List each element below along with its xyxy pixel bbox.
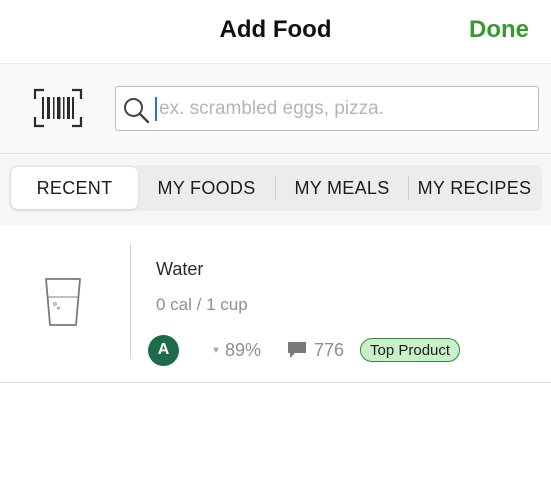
search-field[interactable] bbox=[115, 86, 539, 131]
water-glass-icon bbox=[45, 278, 81, 326]
tab-my-meals[interactable]: MY MEALS bbox=[276, 167, 408, 209]
search-input[interactable] bbox=[159, 93, 529, 125]
segmented-tabs: RECENT MY FOODS MY MEALS MY RECIPES bbox=[9, 165, 542, 211]
text-caret bbox=[155, 97, 157, 121]
food-list-item[interactable]: Water 0 cal / 1 cup A ♥ 89% 776 Top Prod… bbox=[0, 225, 551, 383]
heart-icon: ♥ bbox=[213, 344, 219, 356]
done-button[interactable]: Done bbox=[469, 16, 529, 44]
comment-count: 776 bbox=[313, 339, 345, 360]
tabs-bar: RECENT MY FOODS MY MEALS MY RECIPES bbox=[0, 155, 551, 225]
comment-icon bbox=[287, 342, 306, 358]
barcode-scan-button[interactable] bbox=[33, 88, 83, 128]
avatar: A bbox=[148, 334, 179, 366]
search-row bbox=[0, 64, 551, 154]
food-calories: 0 cal / 1 cup bbox=[156, 295, 248, 314]
barcode-icon bbox=[33, 88, 83, 128]
tab-recent[interactable]: RECENT bbox=[11, 167, 138, 209]
food-name: Water bbox=[156, 259, 204, 279]
search-icon bbox=[124, 98, 150, 124]
tab-my-foods[interactable]: MY FOODS bbox=[138, 167, 275, 209]
nav-header: Add Food Done bbox=[0, 0, 551, 64]
item-divider bbox=[130, 243, 131, 359]
top-product-badge: Top Product bbox=[360, 338, 461, 362]
rating-percent: 89% bbox=[224, 339, 261, 360]
tab-my-recipes[interactable]: MY RECIPES bbox=[409, 167, 540, 209]
food-meta-row: A ♥ 89% 776 Top Product bbox=[148, 334, 461, 366]
